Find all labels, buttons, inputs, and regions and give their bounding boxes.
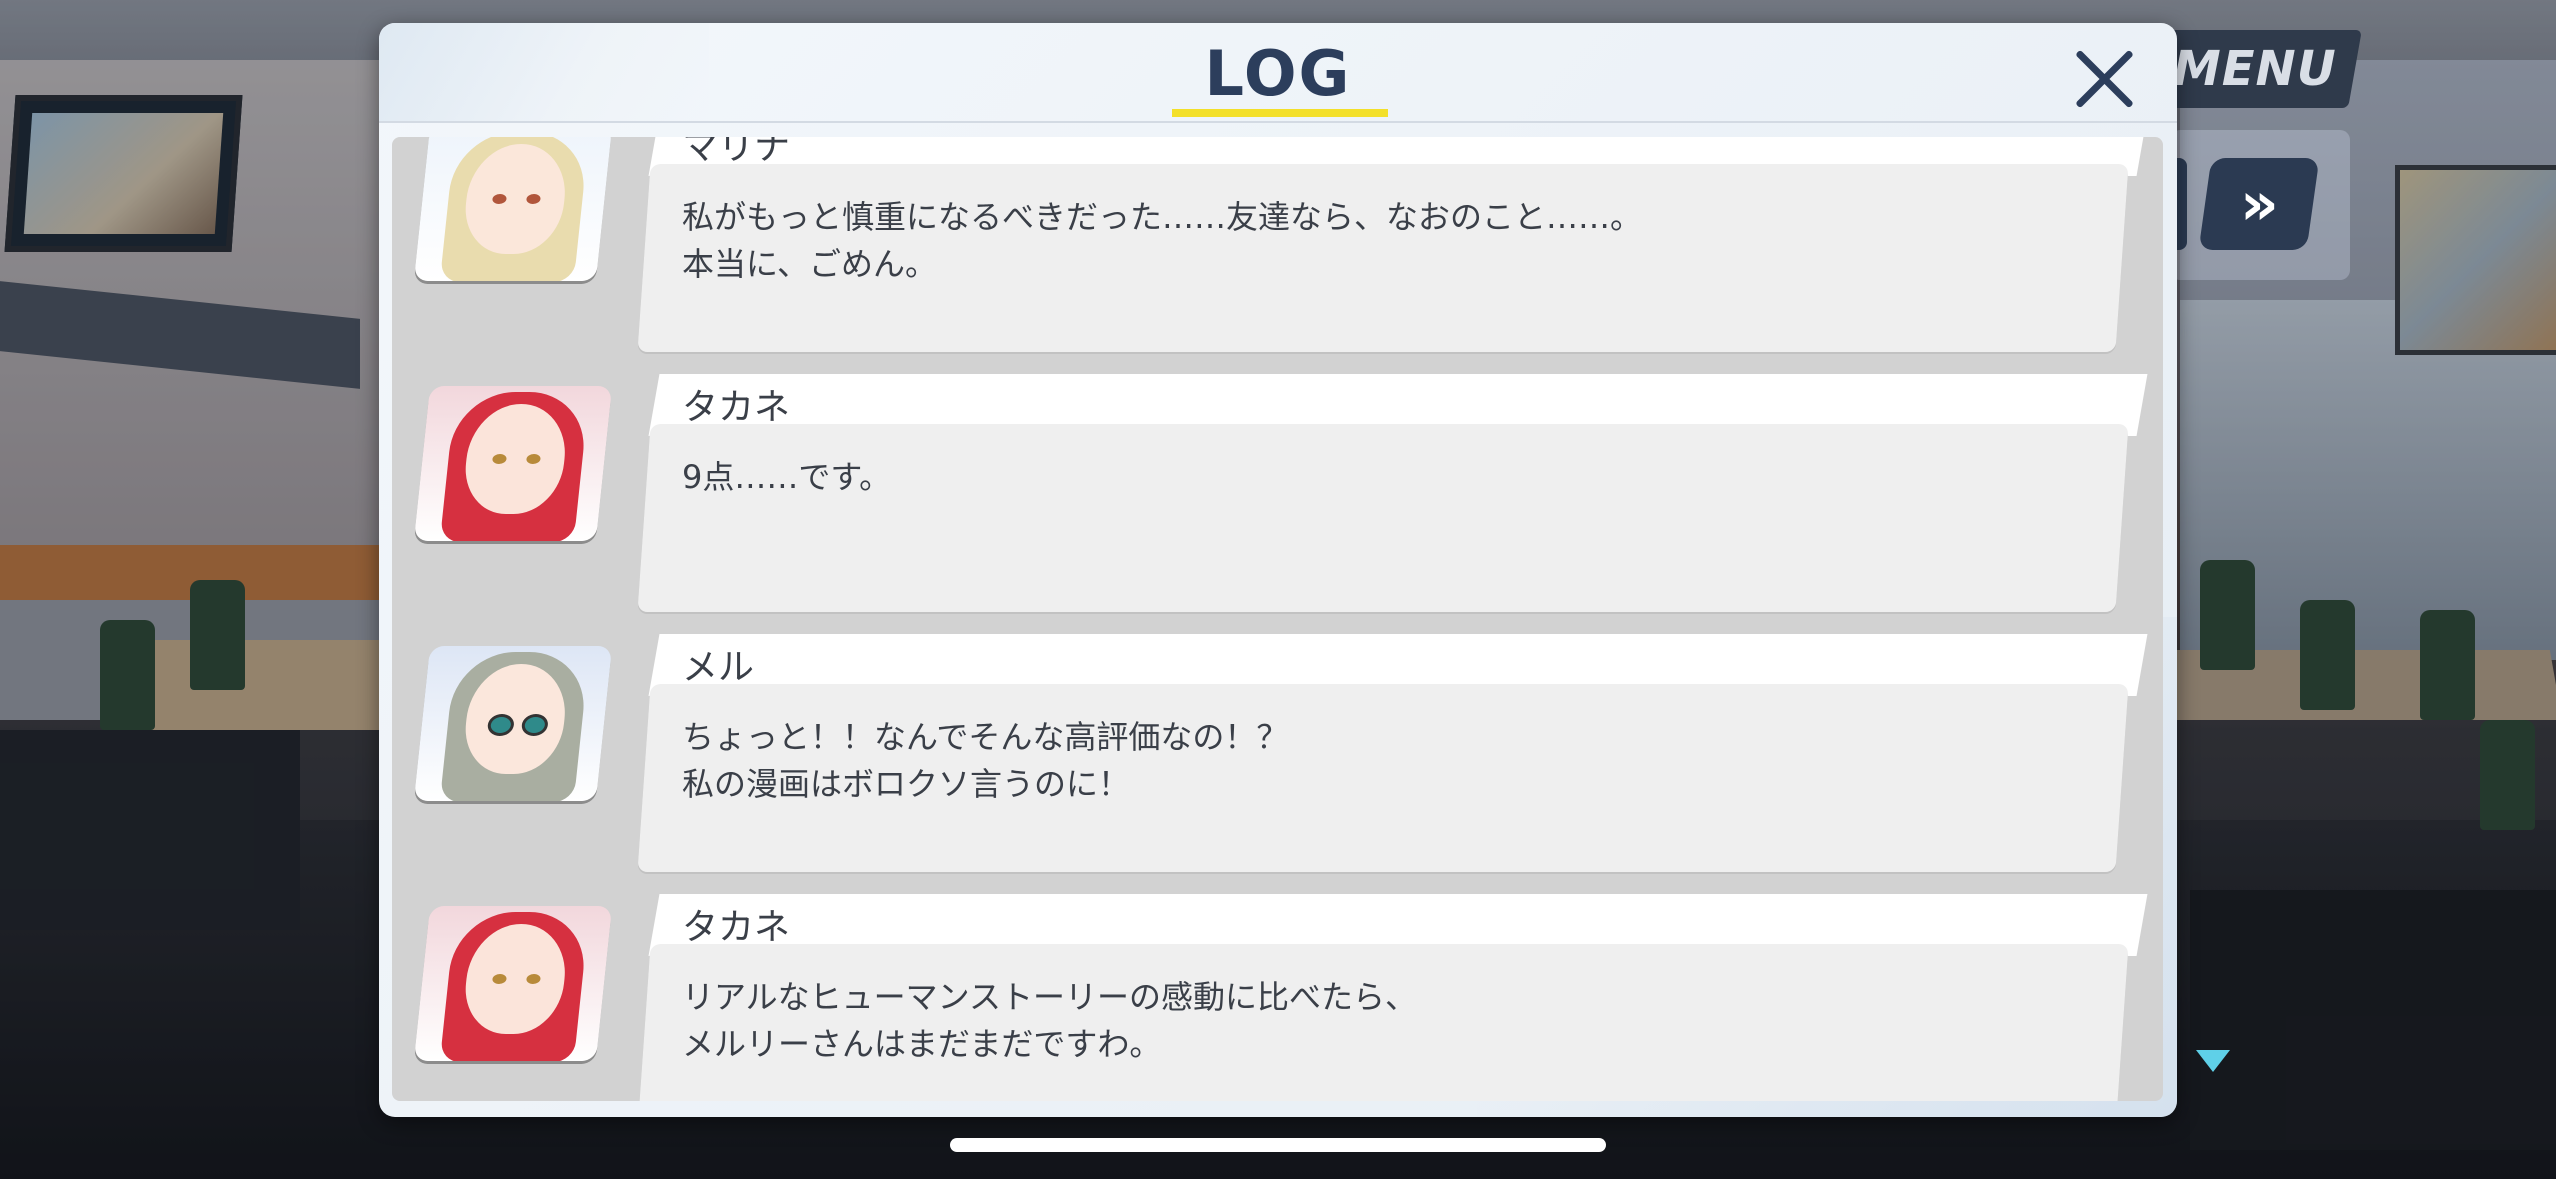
message-box — [637, 424, 2129, 612]
message-line: リアルなヒューマンストーリーの感動に比べたら、 — [682, 978, 1418, 1016]
log-entry: タカネ 9点……です。 — [392, 374, 2163, 624]
log-entry: マリナ 私がもっと慎重になるべきだった……友達なら、なおのこと……。 本当に、ご… — [392, 137, 2163, 364]
dialog-header: LOG — [379, 23, 2177, 123]
log-dialog: LOG マリナ 私がもっと慎重になるべきだった……友達なら、なおのこと……。 本… — [379, 23, 2177, 1117]
log-entry: メル ちょっと！！なんでそんな高評価なの！？ 私の漫画はボロクソ言うのに！ — [392, 634, 2163, 884]
speaker-name: メル — [682, 647, 755, 688]
message-line: 9点……です。 — [682, 458, 892, 496]
log-list[interactable]: マリナ 私がもっと慎重になるべきだった……友達なら、なおのこと……。 本当に、ご… — [392, 137, 2163, 1101]
title-underline — [1172, 109, 1388, 117]
message-text: 9点……です。 — [682, 454, 2062, 501]
close-icon[interactable] — [2067, 41, 2143, 117]
home-indicator[interactable] — [950, 1138, 1606, 1152]
header-divider — [379, 121, 2177, 123]
fast-forward-icon: » — [2239, 169, 2261, 239]
avatar — [413, 386, 613, 541]
dialog-title: LOG — [1204, 37, 1352, 110]
message-line: 私がもっと慎重になるべきだった……友達なら、なおのこと……。 — [682, 198, 1643, 236]
avatar — [413, 137, 613, 281]
message-line: メルリーさんはまだまだですわ。 — [682, 1025, 1162, 1063]
message-line: ちょっと！！なんでそんな高評価なの！？ — [682, 718, 1289, 756]
message-text: リアルなヒューマンストーリーの感動に比べたら、 メルリーさんはまだまだですわ。 — [682, 974, 2062, 1068]
speaker-name: タカネ — [682, 387, 791, 428]
menu-button[interactable]: MENU — [2148, 30, 2362, 108]
message-text: ちょっと！！なんでそんな高評価なの！？ 私の漫画はボロクソ言うのに！ — [682, 714, 2062, 808]
message-line: 本当に、ごめん。 — [682, 245, 938, 283]
message-line: 私の漫画はボロクソ言うのに！ — [682, 765, 1131, 803]
avatar — [413, 906, 613, 1061]
next-indicator-icon — [2196, 1050, 2230, 1072]
message-text: 私がもっと慎重になるべきだった……友達なら、なおのこと……。 本当に、ごめん。 — [682, 194, 2062, 288]
fast-forward-button[interactable]: » — [2198, 158, 2320, 250]
speaker-name: タカネ — [682, 907, 791, 948]
avatar — [413, 646, 613, 801]
menu-label: MENU — [2173, 41, 2337, 97]
log-entry: タカネ リアルなヒューマンストーリーの感動に比べたら、 メルリーさんはまだまだで… — [392, 894, 2163, 1101]
